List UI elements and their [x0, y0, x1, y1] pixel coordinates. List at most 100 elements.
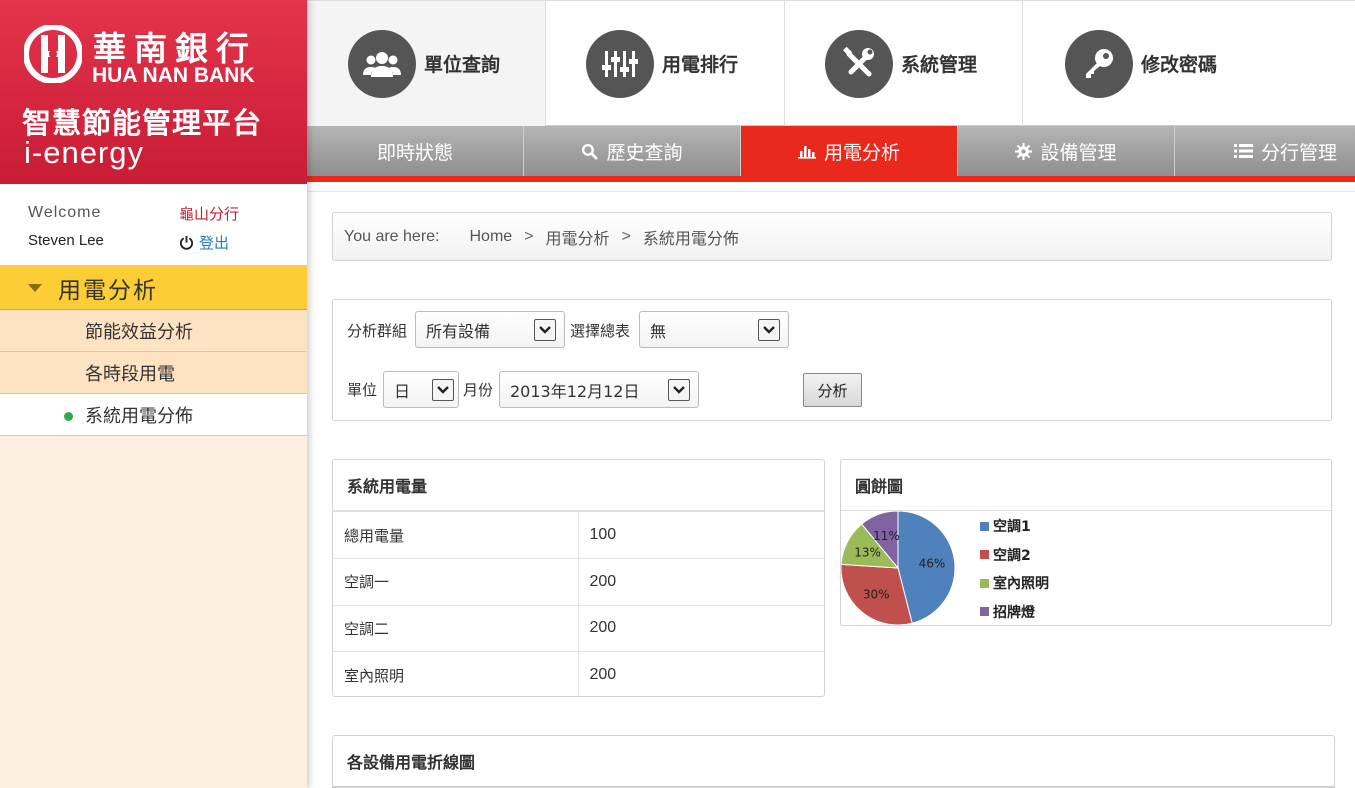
table-row: 室內照明 200 — [333, 651, 824, 698]
pie-slice-label-0: 46% — [919, 557, 946, 571]
breadcrumb-usage-analysis[interactable]: 用電分析 — [546, 225, 610, 249]
chevron-down-icon — [758, 318, 780, 341]
power-icon — [179, 235, 194, 250]
sidebar-item-label: 節能效益分析 — [85, 321, 193, 343]
pie-panel-title: 圓餅圖 — [841, 460, 1331, 511]
breadcrumb-home[interactable]: Home — [469, 228, 512, 246]
top-nav-label: 修改密碼 — [1141, 54, 1218, 76]
top-nav-system-admin[interactable]: 系統管理 — [785, 1, 1023, 126]
table-cell-name: 室內照明 — [344, 666, 405, 685]
tab-label: 用電分析 — [823, 141, 900, 164]
legend-item-2: 室內照明 — [980, 569, 1049, 598]
caret-down-icon — [28, 283, 42, 292]
group-select-value: 所有設備 — [426, 321, 491, 341]
analyze-button[interactable]: 分析 — [803, 373, 862, 407]
table-cell-name: 空調二 — [333, 605, 578, 652]
key-icon — [1065, 29, 1133, 98]
line-chart-title: 各設備用電折線圖 — [333, 736, 1334, 788]
group-label: 分析群組 — [347, 322, 408, 340]
tab-bar: 即時狀態 歷史查詢 用電分析 設備管理 分行管理 — [307, 126, 1355, 176]
top-nav-label: 單位查詢 — [424, 54, 501, 76]
usage-table: 總用電量 100 空調一 200 空調二 200 室內照明 200 — [333, 512, 824, 698]
table-row: 空調二 200 — [333, 605, 824, 652]
table-row: 總用電量 100 — [333, 512, 824, 559]
search-icon — [582, 143, 599, 160]
list-icon — [1233, 144, 1253, 158]
legend-item-0: 空調1 — [980, 512, 1049, 541]
table-cell-value: 200 — [577, 605, 824, 652]
meter-label: 選擇總表 — [570, 322, 631, 340]
pie-panel: 圓餅圖 46% 30% 13% 11% 空調1 空調2 室內照明 招牌燈 — [840, 459, 1332, 626]
logout-link[interactable]: 登出 — [179, 232, 229, 253]
breadcrumb-current: 系統用電分佈 — [642, 230, 739, 248]
legend-swatch — [980, 521, 989, 531]
sidebar-section-header[interactable]: 用電分析 — [0, 266, 307, 310]
legend-label: 招牌燈 — [993, 604, 1035, 621]
bank-name-cn: 華南銀行 — [93, 29, 257, 68]
active-dot-icon — [64, 412, 73, 421]
legend-item-1: 空調2 — [980, 541, 1049, 570]
unit-select[interactable]: 日 — [383, 371, 459, 408]
top-nav: 單位查詢 用電排行 系統管理 修改密碼 — [307, 0, 1355, 126]
sidebar-item-system-distribution[interactable]: 系統用電分佈 — [0, 394, 307, 436]
logout-label: 登出 — [199, 234, 230, 252]
header-divider — [307, 182, 1355, 192]
tab-history-query[interactable]: 歷史查詢 — [524, 126, 741, 176]
meter-select[interactable]: 無 — [639, 311, 789, 348]
table-cell-name: 空調一 — [333, 558, 578, 606]
user-name: Steven Lee — [28, 232, 104, 249]
top-nav-unit-query[interactable]: 單位查詢 — [307, 1, 546, 126]
tab-label: 分行管理 — [1260, 141, 1337, 164]
user-info: Welcome 龜山分行 Steven Lee 登出 — [0, 184, 307, 266]
bank-logo-icon — [24, 25, 82, 83]
table-row: 空調一 200 — [333, 558, 824, 606]
legend-swatch — [980, 607, 989, 617]
top-nav-label: 系統管理 — [901, 54, 978, 76]
sidebar-item-label: 各時段用電 — [85, 363, 175, 385]
sidebar-item-energy-saving[interactable]: 節能效益分析 — [0, 310, 307, 352]
bank-name-en: HUA NAN BANK — [92, 64, 255, 87]
legend-item-3: 招牌燈 — [980, 598, 1049, 626]
top-nav-change-password[interactable]: 修改密碼 — [1023, 1, 1355, 126]
product-name: i-energy — [24, 135, 144, 170]
legend-swatch — [980, 550, 989, 560]
chevron-down-icon — [534, 318, 556, 341]
bar-chart-icon — [797, 146, 816, 159]
tab-branch-management[interactable]: 分行管理 — [1175, 126, 1355, 176]
pie-slice-label-3: 11% — [873, 529, 900, 543]
sliders-icon — [586, 29, 654, 98]
legend-label: 空調1 — [993, 519, 1031, 536]
sidebar: 華南銀行 HUA NAN BANK 智慧節能管理平台 i-energy Welc… — [0, 0, 307, 788]
breadcrumb-separator: > — [621, 227, 631, 245]
top-nav-usage-ranking[interactable]: 用電排行 — [546, 1, 785, 126]
group-select[interactable]: 所有設備 — [415, 311, 565, 348]
tools-icon — [825, 29, 893, 98]
filter-panel: 分析群組 所有設備 選擇總表 無 單位 日 月份 2013年12月12日 分析 — [332, 299, 1332, 421]
table-cell-value: 200 — [577, 651, 824, 698]
tab-equipment-management[interactable]: 設備管理 — [958, 126, 1175, 176]
month-select-value: 2013年12月12日 — [510, 381, 640, 401]
month-label: 月份 — [463, 381, 494, 399]
pie-slice-label-2: 13% — [854, 545, 881, 559]
sidebar-item-time-period[interactable]: 各時段用電 — [0, 352, 307, 394]
breadcrumb-separator: > — [524, 227, 534, 245]
branch-name: 龜山分行 — [179, 205, 240, 223]
line-chart-panel: 各設備用電折線圖 — [332, 735, 1335, 788]
sidebar-section-label: 用電分析 — [58, 277, 158, 304]
welcome-text: Welcome — [28, 204, 102, 221]
usage-panel: 系統用電量 總用電量 100 空調一 200 空調二 200 室內照明 200 — [332, 459, 825, 698]
month-select[interactable]: 2013年12月12日 — [499, 371, 699, 408]
pie-chart: 46% 30% 13% 11% — [841, 511, 956, 625]
chevron-down-icon — [432, 378, 454, 401]
tab-label: 歷史查詢 — [606, 141, 683, 164]
top-nav-label: 用電排行 — [662, 54, 739, 76]
tab-usage-analysis[interactable]: 用電分析 — [741, 126, 958, 176]
brand-header: 華南銀行 HUA NAN BANK 智慧節能管理平台 i-energy — [0, 0, 307, 184]
table-cell-value: 200 — [577, 558, 824, 606]
chevron-down-icon — [668, 378, 690, 401]
legend-label: 空調2 — [993, 547, 1031, 564]
table-cell-name: 總用電量 — [333, 512, 578, 559]
tab-realtime-status[interactable]: 即時狀態 — [307, 126, 524, 176]
pie-legend: 空調1 空調2 室內照明招牌燈 — [980, 512, 1049, 626]
unit-label: 單位 — [347, 381, 378, 399]
